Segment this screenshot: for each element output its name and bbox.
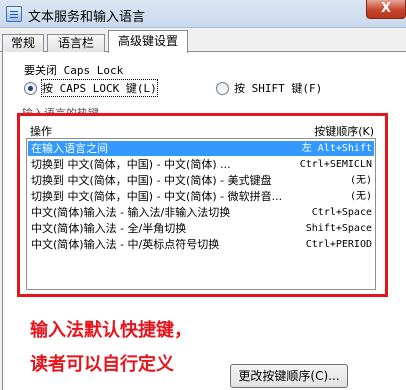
caps-lock-radio[interactable] — [24, 81, 37, 95]
tab-language-bar[interactable]: 语言栏 — [47, 34, 105, 52]
tab-general[interactable]: 常规 — [2, 34, 44, 52]
highlight-box — [17, 113, 388, 297]
change-key-sequence-button[interactable]: 更改按键顺序(C)... — [230, 364, 348, 388]
shift-option[interactable]: 按 SHIFT 键(F) — [216, 80, 322, 96]
window-title: 文本服务和输入语言 — [28, 10, 146, 25]
title-bar: 文本服务和输入语言 X — [0, 0, 406, 28]
annotation-line-2: 读者可以自行定义 — [30, 354, 174, 375]
caps-lock-radio-label[interactable]: 按 CAPS LOCK 键(L) — [41, 79, 158, 97]
shift-radio[interactable] — [216, 81, 229, 95]
text-services-icon — [6, 6, 22, 22]
caps-lock-option[interactable]: 按 CAPS LOCK 键(L) — [24, 79, 158, 97]
close-button[interactable]: X — [366, 0, 406, 19]
tab-advanced-key-settings[interactable]: 高级键设置 — [108, 30, 188, 53]
annotation-line-1: 输入法默认快捷键， — [30, 320, 192, 341]
caps-lock-group-label: 要关闭 Caps Lock — [24, 64, 124, 77]
shift-radio-label[interactable]: 按 SHIFT 键(F) — [234, 80, 322, 96]
